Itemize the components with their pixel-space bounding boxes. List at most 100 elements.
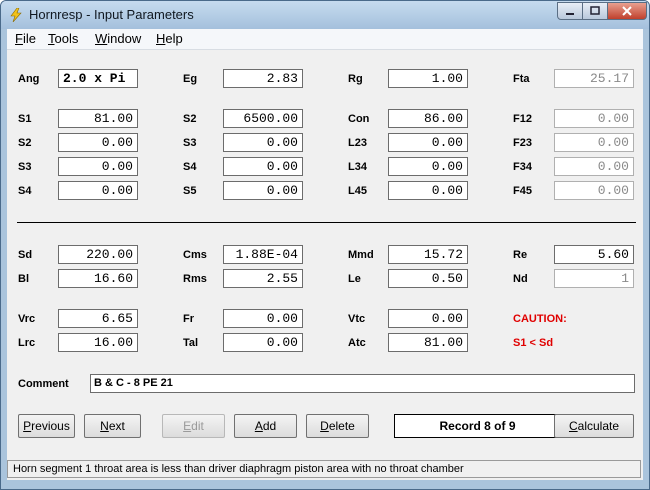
label-sd: Sd	[18, 249, 33, 261]
status-bar: Horn segment 1 throat area is less than …	[7, 460, 641, 478]
edit-rest: dit	[191, 419, 204, 433]
label-bl: Bl	[18, 273, 29, 285]
field-rms[interactable]: 2.55	[223, 269, 303, 288]
section-divider	[17, 222, 636, 223]
previous-accel: P	[23, 419, 32, 433]
field-s2[interactable]: 0.00	[58, 133, 138, 152]
maximize-icon	[590, 6, 600, 15]
field-s1[interactable]: 81.00	[58, 109, 138, 128]
field-vrc[interactable]: 6.65	[58, 309, 138, 328]
label-s3-horn: S3	[183, 137, 197, 149]
field-bl[interactable]: 16.60	[58, 269, 138, 288]
menu-window-accel: W	[95, 31, 108, 46]
label-l45: L45	[348, 185, 367, 197]
label-re: Re	[513, 249, 528, 261]
menu-tools[interactable]: Tools	[48, 31, 78, 46]
delete-button[interactable]: Delete	[306, 414, 369, 438]
field-l34[interactable]: 0.00	[388, 157, 468, 176]
lightning-icon	[10, 8, 22, 22]
label-le: Le	[348, 273, 361, 285]
label-con: Con	[348, 113, 370, 125]
add-accel: A	[254, 419, 263, 433]
hornresp-window: Hornresp - Input Parameters File Tools W…	[0, 0, 650, 490]
field-s2-horn[interactable]: 6500.00	[223, 109, 303, 128]
field-le[interactable]: 0.50	[388, 269, 468, 288]
label-lrc: Lrc	[18, 337, 36, 349]
field-s4-horn[interactable]: 0.00	[223, 157, 303, 176]
label-ang: Ang	[18, 73, 40, 85]
next-button[interactable]: Next	[84, 414, 141, 438]
label-s2: S2	[18, 137, 32, 149]
calculate-button[interactable]: Calculate	[554, 414, 634, 438]
next-rest: ext	[108, 419, 125, 433]
window-title: Hornresp - Input Parameters	[29, 7, 194, 22]
field-s3[interactable]: 0.00	[58, 157, 138, 176]
add-rest: dd	[262, 419, 277, 433]
menu-window[interactable]: Window	[95, 31, 141, 46]
label-eg: Eg	[183, 73, 198, 85]
label-l34: L34	[348, 161, 367, 173]
label-mmd: Mmd	[348, 249, 374, 261]
edit-button: Edit	[162, 414, 225, 438]
label-f34: F34	[513, 161, 532, 173]
label-f23: F23	[513, 137, 532, 149]
menu-help[interactable]: Help	[156, 31, 183, 46]
field-s4[interactable]: 0.00	[58, 181, 138, 200]
label-comment: Comment	[18, 378, 69, 390]
close-button[interactable]	[607, 2, 647, 20]
edit-accel: E	[183, 419, 192, 433]
comment-field[interactable]: B & C - 8 PE 21	[90, 374, 635, 393]
field-fta: 25.17	[554, 69, 634, 88]
field-sd[interactable]: 220.00	[58, 245, 138, 264]
add-button[interactable]: Add	[234, 414, 297, 438]
next-accel: N	[100, 419, 109, 433]
label-nd: Nd	[513, 273, 528, 285]
field-cms[interactable]: 1.88E-04	[223, 245, 303, 264]
field-f34: 0.00	[554, 157, 634, 176]
field-tal[interactable]: 0.00	[223, 333, 303, 352]
label-vrc: Vrc	[18, 313, 36, 325]
label-cms: Cms	[183, 249, 207, 261]
field-rg[interactable]: 1.00	[388, 69, 468, 88]
previous-button[interactable]: Previous	[18, 414, 75, 438]
field-lrc[interactable]: 16.00	[58, 333, 138, 352]
label-s1: S1	[18, 113, 32, 125]
menu-tools-rest: ools	[54, 31, 79, 46]
calculate-accel: C	[568, 419, 578, 433]
label-s3: S3	[18, 161, 32, 173]
previous-rest: revious	[31, 419, 70, 433]
label-s4: S4	[18, 185, 32, 197]
menu-bar: File Tools Window Help	[7, 29, 643, 50]
label-f45: F45	[513, 185, 532, 197]
field-l45[interactable]: 0.00	[388, 181, 468, 200]
field-f12: 0.00	[554, 109, 634, 128]
record-indicator: Record 8 of 9	[394, 414, 561, 438]
menu-file[interactable]: File	[15, 31, 36, 46]
label-f12: F12	[513, 113, 532, 125]
label-fta: Fta	[513, 73, 530, 85]
field-eg[interactable]: 2.83	[223, 69, 303, 88]
label-l23: L23	[348, 137, 367, 149]
menu-help-rest: elp	[165, 31, 183, 46]
label-fr: Fr	[183, 313, 194, 325]
title-bar[interactable]: Hornresp - Input Parameters	[1, 1, 649, 29]
field-l23[interactable]: 0.00	[388, 133, 468, 152]
field-s3-horn[interactable]: 0.00	[223, 133, 303, 152]
field-s5[interactable]: 0.00	[223, 181, 303, 200]
maximize-button[interactable]	[582, 2, 608, 20]
field-nd: 1	[554, 269, 634, 288]
field-vtc[interactable]: 0.00	[388, 309, 468, 328]
minimize-button[interactable]	[557, 2, 583, 20]
caution-title: CAUTION:	[513, 313, 567, 325]
field-atc[interactable]: 81.00	[388, 333, 468, 352]
field-ang[interactable]: 2.0 x Pi	[58, 69, 138, 88]
field-re[interactable]: 5.60	[554, 245, 634, 264]
minimize-icon	[566, 13, 574, 15]
field-mmd[interactable]: 15.72	[388, 245, 468, 264]
field-con[interactable]: 86.00	[388, 109, 468, 128]
label-rms: Rms	[183, 273, 207, 285]
field-fr[interactable]: 0.00	[223, 309, 303, 328]
label-s2-horn: S2	[183, 113, 197, 125]
field-f45: 0.00	[554, 181, 634, 200]
menu-file-accel: F	[15, 31, 23, 46]
